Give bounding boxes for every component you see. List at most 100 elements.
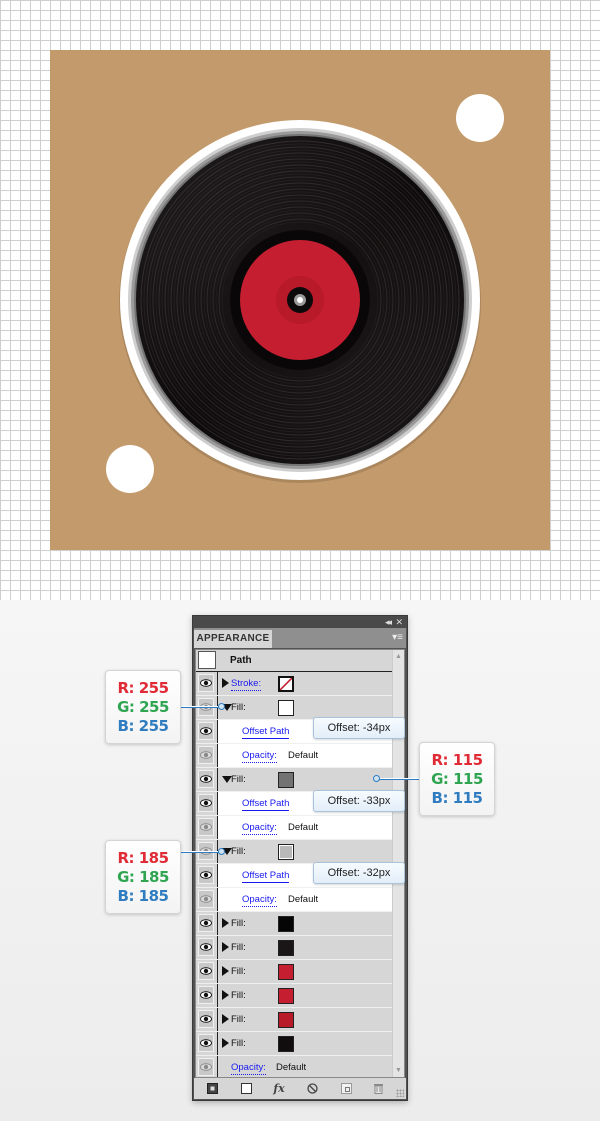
collapsed-triangle-icon[interactable]: [222, 918, 229, 928]
rgb-callout-white: R: 255 G: 255 B: 255: [105, 670, 181, 744]
visibility-eye-icon[interactable]: [198, 794, 214, 812]
fill-label: Fill:: [231, 918, 246, 929]
visibility-cell: [196, 1032, 218, 1055]
fill-label: Fill:: [231, 1014, 246, 1025]
collapsed-triangle-icon[interactable]: [222, 1038, 229, 1048]
appearance-panel: ◂◂ ✕ APPEARANCE ▾≡ Path Stroke: Fill: Offs…: [192, 615, 408, 1101]
opacity-link[interactable]: Opacity:: [231, 1062, 266, 1075]
red-value: R: 255: [117, 678, 169, 697]
offset-callout: Offset: -32px: [313, 862, 405, 884]
panel-tab-bar: APPEARANCE ▾≡: [194, 628, 406, 648]
visibility-cell: [196, 672, 218, 695]
offset-path-link[interactable]: Offset Path: [242, 798, 290, 811]
collapse-panel-icon[interactable]: ◂◂: [385, 616, 392, 628]
visibility-eye-icon[interactable]: [198, 938, 214, 956]
fill-color-swatch[interactable]: [278, 916, 294, 932]
stroke-link[interactable]: Stroke:: [231, 678, 262, 691]
appearance-row-stroke[interactable]: Stroke:: [196, 672, 392, 696]
visibility-cell: [196, 960, 218, 983]
fill-color-swatch[interactable]: [278, 988, 294, 1004]
collapsed-triangle-icon[interactable]: [222, 1014, 229, 1024]
trash-icon[interactable]: [371, 1081, 385, 1095]
offset-callout: Offset: -34px: [313, 717, 405, 739]
visibility-eye-icon[interactable]: [198, 986, 214, 1004]
fx-icon[interactable]: fx: [272, 1081, 286, 1095]
visibility-eye-icon[interactable]: [198, 770, 214, 788]
object-thumbnail: [198, 651, 216, 669]
fill-color-swatch[interactable]: [278, 964, 294, 980]
scroll-down-arrow-icon[interactable]: ▼: [395, 1067, 402, 1074]
visibility-eye-icon[interactable]: [198, 1010, 214, 1028]
visibility-eye-icon[interactable]: [198, 962, 214, 980]
visibility-cell: [196, 864, 218, 887]
green-value: G: 115: [431, 769, 483, 788]
rgb-callout-gray-115: R: 115 G: 115 B: 115: [419, 742, 495, 816]
appearance-row-fill[interactable]: Fill:: [196, 936, 392, 960]
offset-path-link[interactable]: Offset Path: [242, 870, 290, 883]
opacity-value: Default: [288, 750, 319, 761]
fill-color-swatch[interactable]: [278, 1036, 294, 1052]
collapsed-triangle-icon[interactable]: [222, 990, 229, 1000]
panel-title-bar: ◂◂ ✕: [193, 616, 407, 628]
visibility-eye-icon[interactable]: [198, 914, 214, 932]
fill-color-swatch[interactable]: [278, 772, 294, 788]
fill-color-swatch[interactable]: [278, 844, 294, 860]
opacity-link[interactable]: Opacity:: [242, 894, 277, 907]
visibility-eye-icon[interactable]: [198, 818, 214, 836]
red-value: R: 115: [431, 750, 483, 769]
collapsed-triangle-icon[interactable]: [222, 942, 229, 952]
fill-color-swatch[interactable]: [278, 700, 294, 716]
appearance-row-fill[interactable]: Fill:: [196, 768, 392, 792]
visibility-eye-icon[interactable]: [198, 866, 214, 884]
rgb-callout-gray-185: R: 185 G: 185 B: 185: [105, 840, 181, 914]
fill-color-swatch[interactable]: [278, 1012, 294, 1028]
tab-appearance[interactable]: APPEARANCE: [194, 630, 272, 648]
collapsed-triangle-icon[interactable]: [222, 678, 229, 688]
opacity-link[interactable]: Opacity:: [242, 822, 277, 835]
green-value: G: 255: [117, 697, 169, 716]
blue-value: B: 255: [117, 716, 169, 735]
appearance-row-fill[interactable]: Fill:: [196, 1032, 392, 1056]
appearance-row-opacity[interactable]: Opacity: Default: [196, 888, 392, 912]
opacity-link[interactable]: Opacity:: [242, 750, 277, 763]
visibility-cell: [196, 792, 218, 815]
visibility-eye-icon[interactable]: [198, 1034, 214, 1052]
offset-path-link[interactable]: Offset Path: [242, 726, 290, 739]
visibility-cell: [196, 744, 218, 767]
stroke-none-swatch[interactable]: [278, 676, 294, 692]
callout-connector-line: [181, 851, 221, 853]
appearance-row-fill[interactable]: Fill:: [196, 840, 392, 864]
visibility-cell: [196, 1008, 218, 1031]
scroll-up-arrow-icon[interactable]: ▲: [395, 653, 402, 660]
close-panel-icon[interactable]: ✕: [395, 616, 403, 628]
appearance-row-opacity[interactable]: Opacity: Default: [196, 1056, 392, 1077]
fill-label: Fill:: [231, 990, 246, 1001]
visibility-eye-icon[interactable]: [198, 890, 214, 908]
visibility-eye-icon[interactable]: [198, 746, 214, 764]
object-type-label: Path: [230, 655, 252, 666]
opacity-value: Default: [288, 894, 319, 905]
visibility-eye-icon[interactable]: [198, 722, 214, 740]
visibility-cell: [196, 936, 218, 959]
appearance-row-fill[interactable]: Fill:: [196, 960, 392, 984]
appearance-row-opacity[interactable]: Opacity: Default: [196, 744, 392, 768]
fill-label: Fill:: [231, 942, 246, 953]
collapsed-triangle-icon[interactable]: [222, 966, 229, 976]
offset-callout: Offset: -33px: [313, 790, 405, 812]
visibility-eye-icon[interactable]: [198, 674, 214, 692]
appearance-row-fill[interactable]: Fill:: [196, 1008, 392, 1032]
resize-grip[interactable]: [396, 1089, 404, 1097]
appearance-row-opacity[interactable]: Opacity: Default: [196, 816, 392, 840]
red-value: R: 185: [117, 848, 169, 867]
visibility-eye-icon[interactable]: [198, 1058, 214, 1076]
appearance-row-fill[interactable]: Fill:: [196, 912, 392, 936]
add-fill-icon[interactable]: [239, 1081, 253, 1095]
clear-appearance-icon[interactable]: [305, 1081, 319, 1095]
vinyl-record-illustration: [119, 120, 481, 483]
add-stroke-icon[interactable]: [205, 1081, 219, 1095]
appearance-row-fill[interactable]: Fill:: [196, 984, 392, 1008]
panel-menu-icon[interactable]: ▾≡: [392, 632, 403, 644]
fill-color-swatch[interactable]: [278, 940, 294, 956]
duplicate-item-icon[interactable]: [339, 1081, 353, 1095]
record-spindle-hole: [297, 297, 303, 303]
